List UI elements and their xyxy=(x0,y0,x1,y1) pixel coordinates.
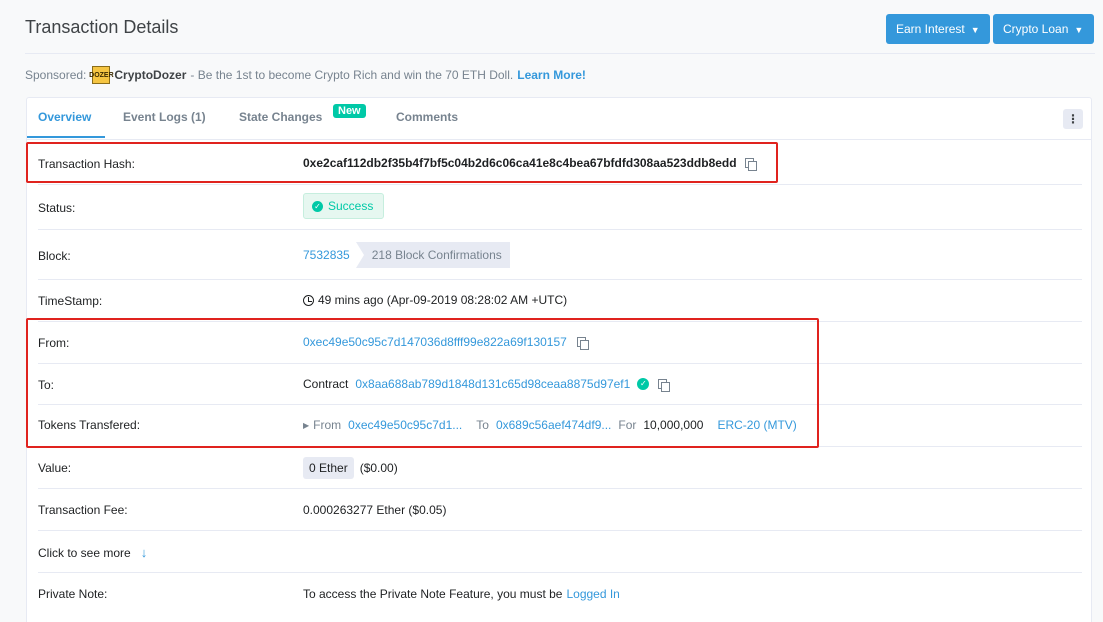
check-circle-icon: ✓ xyxy=(312,200,323,212)
row-status: Status: ✓ Success xyxy=(38,185,1082,230)
tx-hash-value[interactable]: 0xe2caf112db2f35b4f7bf5c04b2d6c06ca41e8c… xyxy=(303,156,737,170)
transaction-card: Overview Event Logs (1) State Changes Ne… xyxy=(26,97,1092,622)
tokens-amount: 10,000,000 xyxy=(643,418,704,432)
private-note-label: Private Note: xyxy=(38,587,108,601)
tab-overview[interactable]: Overview xyxy=(38,110,91,124)
sponsor-text: - Be the 1st to become Crypto Rich and w… xyxy=(190,68,514,82)
block-value-wrap: 7532835 218 Block Confirmations xyxy=(303,242,510,268)
row-value: Value: 0 Ether ($0.00) xyxy=(38,447,1082,489)
block-label: Block: xyxy=(38,249,71,263)
block-confirmations: 218 Block Confirmations xyxy=(355,242,510,268)
status-badge: ✓ Success xyxy=(303,193,385,219)
block-number-link[interactable]: 7532835 xyxy=(303,248,350,262)
cryptodozer-logo-icon[interactable]: DOZER xyxy=(89,66,114,84)
tab-bar: Overview Event Logs (1) State Changes Ne… xyxy=(27,98,1091,140)
tokens-to-link[interactable]: 0x689c56aef474df9... xyxy=(496,418,611,432)
row-from: From: 0xec49e50c95c7d147036d8fff99e822a6… xyxy=(38,322,1082,364)
sponsored-prefix: Sponsored: xyxy=(25,68,87,82)
chevron-down-icon: ▼ xyxy=(1074,25,1084,35)
copy-icon[interactable] xyxy=(576,336,589,350)
sponsored-banner: Sponsored: DOZER CryptoDozer - Be the 1s… xyxy=(25,66,586,84)
page-title: Transaction Details xyxy=(25,17,179,37)
to-label: To: xyxy=(38,378,55,392)
timestamp-value: 49 mins ago (Apr-09-2019 08:28:02 AM +UT… xyxy=(318,293,568,307)
row-block: Block: 7532835 218 Block Confirmations xyxy=(38,230,1082,280)
to-value-wrap: Contract 0x8aa688ab789d1848d131c65d98cea… xyxy=(303,377,671,392)
tx-hash-label: Transaction Hash: xyxy=(38,157,135,171)
earn-interest-button[interactable]: Earn Interest ▼ xyxy=(886,14,990,44)
token-link[interactable]: ERC-20 (MTV) xyxy=(717,418,796,432)
from-value-wrap: 0xec49e50c95c7d147036d8fff99e822a69f1301… xyxy=(303,335,589,350)
value-label: Value: xyxy=(38,461,72,475)
chevron-down-icon: ▼ xyxy=(970,25,980,35)
caret-right-icon[interactable]: ▶ xyxy=(303,421,309,430)
value-wrap: 0 Ether ($0.00) xyxy=(303,457,398,479)
tab-comments[interactable]: Comments xyxy=(396,110,458,124)
arrow-down-icon: ↓ xyxy=(140,545,148,560)
tokens-for-word: For xyxy=(618,418,637,432)
row-to: To: Contract 0x8aa688ab789d1848d131c65d9… xyxy=(38,364,1082,405)
sponsor-name: CryptoDozer xyxy=(114,68,187,82)
tab-event-logs[interactable]: Event Logs (1) xyxy=(123,110,206,124)
learn-more-link[interactable]: Learn More! xyxy=(517,68,586,82)
clock-icon xyxy=(303,294,314,306)
status-label: Status: xyxy=(38,201,76,215)
tokens-value-wrap: ▶ From 0xec49e50c95c7d1... To 0x689c56ae… xyxy=(303,418,797,432)
more-options-icon[interactable]: ⋮ xyxy=(1063,109,1083,129)
from-address-link[interactable]: 0xec49e50c95c7d147036d8fff99e822a69f1301… xyxy=(303,335,567,349)
from-label: From: xyxy=(38,336,70,350)
copy-icon[interactable] xyxy=(658,378,671,392)
row-see-more: Click to see more ↓ xyxy=(38,531,1082,573)
private-note-wrap: To access the Private Note Feature, you … xyxy=(303,587,620,601)
see-more-text: Click to see more xyxy=(38,546,131,560)
tokens-from-word: From xyxy=(313,418,342,432)
logged-in-link[interactable]: Logged In xyxy=(566,587,619,601)
tokens-label: Tokens Transfered: xyxy=(38,418,141,432)
value-usd: ($0.00) xyxy=(359,461,398,475)
see-more-link[interactable]: Click to see more ↓ xyxy=(38,545,147,560)
row-transaction-hash: Transaction Hash: 0xe2caf112db2f35b4f7bf… xyxy=(38,141,1082,185)
tab-state-changes[interactable]: State Changes xyxy=(239,110,322,124)
active-tab-indicator xyxy=(27,136,105,138)
row-timestamp: TimeStamp: 49 mins ago (Apr-09-2019 08:2… xyxy=(38,280,1082,322)
tx-hash-value-wrap: 0xe2caf112db2f35b4f7bf5c04b2d6c06ca41e8c… xyxy=(303,156,757,171)
timestamp-value-wrap: 49 mins ago (Apr-09-2019 08:28:02 AM +UT… xyxy=(303,293,567,307)
tokens-from-link[interactable]: 0xec49e50c95c7d1... xyxy=(348,418,462,432)
fee-label: Transaction Fee: xyxy=(38,503,128,517)
fee-value: 0.000263277 Ether ($0.05) xyxy=(303,503,447,517)
earn-interest-label: Earn Interest xyxy=(896,22,965,36)
to-address-link[interactable]: 0x8aa688ab789d1848d131c65d98ceaa8875d97e… xyxy=(355,377,630,391)
crypto-loan-button[interactable]: Crypto Loan ▼ xyxy=(993,14,1094,44)
tokens-to-word: To xyxy=(476,418,489,432)
private-note-text: To access the Private Note Feature, you … xyxy=(303,587,563,601)
page-header: Transaction Details Earn Interest ▼ Crypt… xyxy=(25,0,1095,54)
crypto-loan-label: Crypto Loan xyxy=(1003,22,1069,36)
row-private-note: Private Note: To access the Private Note… xyxy=(38,573,1082,617)
to-contract-prefix: Contract xyxy=(303,377,349,391)
verified-check-icon: ✓ xyxy=(637,378,650,390)
row-transaction-fee: Transaction Fee: 0.000263277 Ether ($0.0… xyxy=(38,489,1082,531)
row-tokens-transfered: Tokens Transfered: ▶ From 0xec49e50c95c7… xyxy=(38,405,1082,447)
status-text: Success xyxy=(328,199,374,213)
copy-icon[interactable] xyxy=(744,157,757,171)
timestamp-label: TimeStamp: xyxy=(38,294,103,308)
new-badge: New xyxy=(333,104,366,118)
status-value-wrap: ✓ Success xyxy=(303,193,385,219)
ether-value: 0 Ether xyxy=(303,457,354,479)
